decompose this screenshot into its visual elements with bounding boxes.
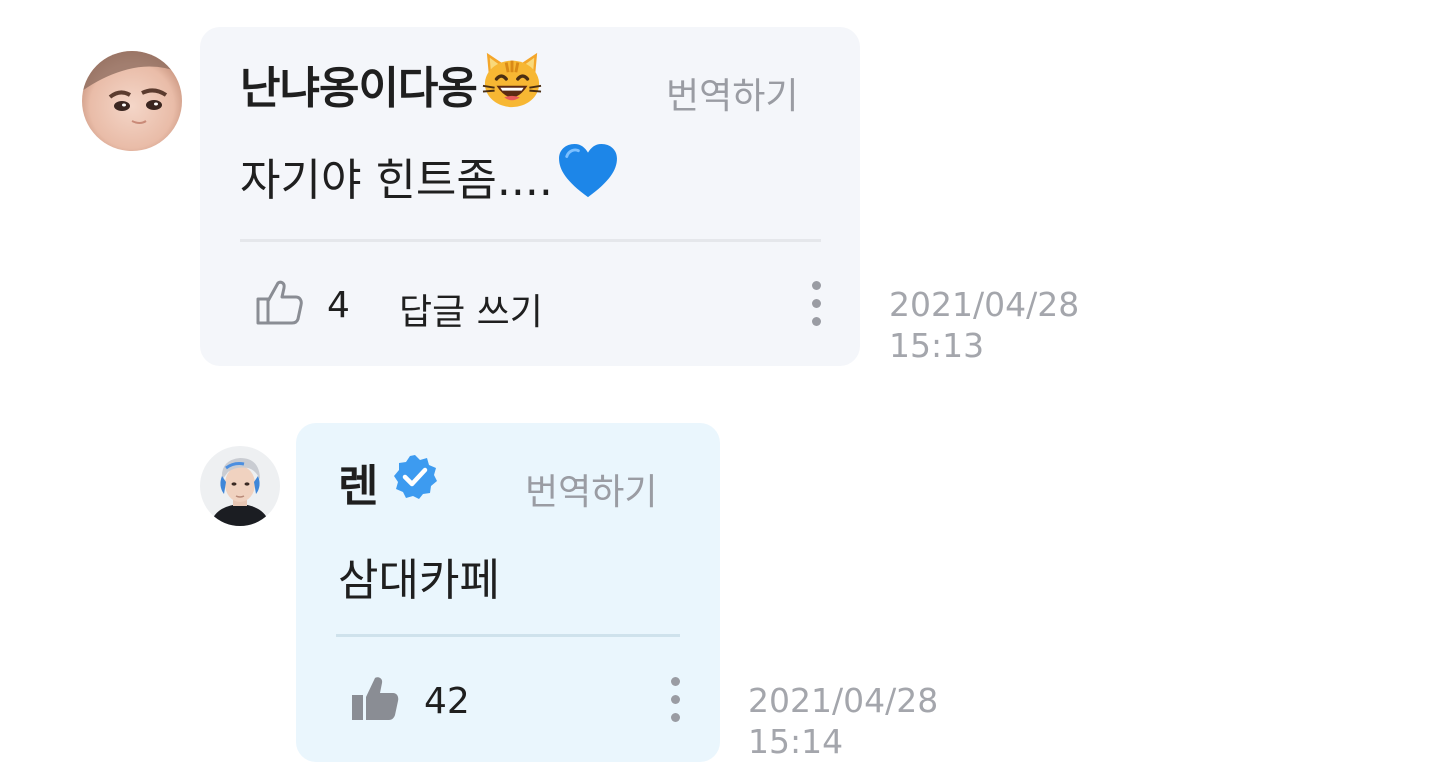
reply-text: 삼대카페 (338, 545, 500, 607)
comment-text-content: 자기야 힌트좀.... (240, 155, 553, 206)
reply-bubble: 렌 번역하기 삼대카페 42 (296, 423, 720, 762)
reply-like-count: 42 (424, 681, 470, 722)
reply-translate-button[interactable]: 번역하기 (525, 463, 657, 515)
comment-time: 15:13 (889, 326, 985, 365)
like-count: 4 (327, 285, 350, 326)
comment-text: 자기야 힌트좀.... (240, 143, 619, 210)
blue-heart-emoji-icon (557, 143, 619, 210)
more-options-button[interactable] (806, 279, 830, 333)
reply-author-name: 렌 (338, 461, 378, 512)
reply-more-options-button[interactable] (665, 675, 689, 729)
comment-bubble: 난냐옹이다옹 번역하기 자기야 힌트좀.... 4 답글 쓰기 (200, 27, 860, 366)
like-button[interactable] (254, 277, 306, 329)
thumbs-up-filled-icon (352, 677, 399, 720)
reply-time: 15:14 (748, 722, 844, 761)
comment-date: 2021/04/28 (889, 285, 1080, 324)
translate-button[interactable]: 번역하기 (666, 67, 798, 119)
thumbs-up-outline-icon (256, 280, 303, 325)
write-reply-button[interactable]: 답글 쓰기 (399, 283, 543, 335)
reply-like-button[interactable] (350, 673, 402, 725)
comment-thread: 난냐옹이다옹 번역하기 자기야 힌트좀.... 4 답글 쓰기 2021/04/… (0, 0, 1440, 784)
verified-badge-icon (391, 453, 439, 512)
user-avatar[interactable] (82, 51, 182, 151)
reply-divider (336, 634, 680, 637)
reply-author[interactable]: 렌 (338, 451, 439, 513)
reply-date: 2021/04/28 (748, 681, 939, 720)
reply-timestamp: 2021/04/28 15:14 (748, 680, 938, 762)
cat-face-emoji-icon (481, 49, 543, 120)
comment-divider (240, 239, 821, 242)
author-name: 난냐옹이다옹 (240, 63, 478, 114)
comment-timestamp: 2021/04/28 15:13 (889, 284, 1079, 366)
comment-author[interactable]: 난냐옹이다옹 (240, 52, 543, 115)
reply-text-content: 삼대카페 (338, 555, 500, 606)
artist-avatar[interactable] (200, 446, 280, 526)
